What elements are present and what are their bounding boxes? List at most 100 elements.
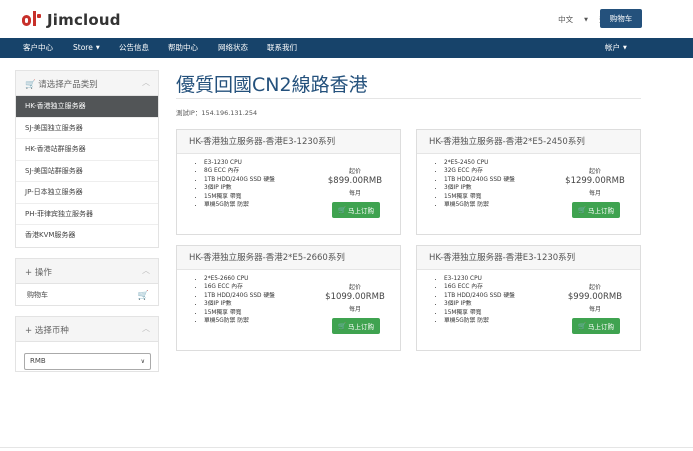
title-divider <box>176 98 641 99</box>
cart-icon: 🛒 <box>577 206 587 214</box>
billing-period: 每月 <box>348 306 361 313</box>
price-from-label: 起价 <box>588 168 601 175</box>
nav-store-label: Store <box>73 43 93 52</box>
brand-logo[interactable]: Jimcloud <box>22 10 121 30</box>
plus-icon: + <box>25 268 33 278</box>
product-price: $899.00RMB <box>327 176 383 186</box>
categories-panel-header[interactable]: 🛒 请选择产品类别 ︿ <box>16 71 158 96</box>
account-label: 帐户 <box>605 43 620 52</box>
order-now-button[interactable]: 🛒 马上订购 <box>572 318 620 334</box>
product-price-block: 起价 $999.00RMB 每月 <box>562 282 628 313</box>
chevron-down-icon: ∨ <box>140 358 145 365</box>
feature-item: 32G ECC 內存 <box>444 167 515 175</box>
chevron-up-icon[interactable]: ︿ <box>142 265 150 276</box>
feature-item: 16G ECC 內存 <box>444 283 515 291</box>
product-name: HK-香港独立服务器-香港2*E5-2660系列 <box>177 246 400 270</box>
feature-item: E3-1230 CPU <box>444 275 515 283</box>
sidebar-item-us-dedicated[interactable]: SJ-美国独立服务器 <box>16 118 158 139</box>
nav-item-network-status[interactable]: 网络状态 <box>218 38 248 58</box>
product-card: HK-香港独立服务器-香港2*E5-2660系列 2*E5-2660 CPU 1… <box>176 245 401 351</box>
cart-icon: 🛒 <box>137 291 149 301</box>
cart-icon: 🛒 <box>577 322 587 330</box>
product-features: E3-1230 CPU 8G ECC 內存 1TB HDD/240G SSD 硬… <box>197 159 275 209</box>
order-now-label: 马上订购 <box>348 207 375 215</box>
brand-name: Jimcloud <box>47 11 121 29</box>
currency-panel: + 选择币种 ︿ RMB ∨ <box>15 316 159 372</box>
feature-item: 8G ECC 內存 <box>204 167 275 175</box>
product-price: $1299.00RMB <box>565 176 625 186</box>
product-price-block: 起价 $899.00RMB 每月 <box>322 166 388 197</box>
main-nav: 客户中心 Store ▼ 公告信息 帮助中心 网络状态 联系我们 帐户 ▼ <box>0 38 693 58</box>
product-price: $999.00RMB <box>567 292 623 302</box>
actions-panel-header[interactable]: + 操作 ︿ <box>16 259 158 284</box>
feature-item: 單機5G防禦 防禦 <box>444 317 515 325</box>
actions-panel: + 操作 ︿ 购物车 🛒 <box>15 258 159 306</box>
feature-item: 3個IP IP數 <box>444 300 515 308</box>
cart-icon: 🛒 <box>25 80 36 90</box>
page-title: 優質回國CN2線路香港 <box>176 74 368 96</box>
test-ip: 測試IP：154.196.131.254 <box>176 109 258 117</box>
action-view-cart[interactable]: 购物车 🛒 <box>16 284 158 306</box>
currency-selected: RMB <box>30 357 46 365</box>
price-from-label: 起价 <box>588 284 601 291</box>
view-cart-label: 购物车 <box>27 291 48 299</box>
feature-item: 1TB HDD/240G SSD 硬盤 <box>444 176 515 184</box>
sidebar-item-jp-dedicated[interactable]: JP-日本独立服务器 <box>16 182 158 204</box>
nav-item-store[interactable]: Store ▼ <box>73 38 100 58</box>
language-label: 中文 <box>558 14 574 24</box>
product-features: E3-1230 CPU 16G ECC 內存 1TB HDD/240G SSD … <box>437 275 515 325</box>
feature-item: 16G ECC 內存 <box>204 283 275 291</box>
order-now-label: 马上订购 <box>588 207 615 215</box>
sidebar-item-hk-kvm[interactable]: 香港KVM服务器 <box>16 225 158 247</box>
sidebar-item-hk-multi-ip[interactable]: HK-香港站群服务器 <box>16 139 158 161</box>
nav-item-client-area[interactable]: 客户中心 <box>23 38 53 58</box>
currency-panel-header[interactable]: + 选择币种 ︿ <box>16 317 158 342</box>
feature-item: 15M獨享 帶寬 <box>204 309 275 317</box>
chevron-up-icon[interactable]: ︿ <box>142 77 150 88</box>
plus-icon: + <box>25 326 33 336</box>
billing-period: 每月 <box>588 306 601 313</box>
feature-item: 15M獨享 帶寬 <box>444 193 515 201</box>
feature-item: 3個IP IP數 <box>204 184 275 192</box>
feature-item: E3-1230 CPU <box>204 159 275 167</box>
product-price: $1099.00RMB <box>325 292 385 302</box>
currency-title: 选择币种 <box>34 326 69 336</box>
order-now-button[interactable]: 🛒 马上订购 <box>332 202 380 218</box>
nav-item-contact[interactable]: 联系我们 <box>267 38 297 58</box>
nav-item-knowledgebase[interactable]: 帮助中心 <box>168 38 198 58</box>
feature-item: 15M獨享 帶寬 <box>444 309 515 317</box>
categories-title: 请选择产品类别 <box>38 80 98 90</box>
sidebar-item-hk-dedicated[interactable]: HK-香港独立服务器 <box>16 96 158 118</box>
footer-divider <box>0 447 693 448</box>
nav-item-announcements[interactable]: 公告信息 <box>119 38 149 58</box>
cart-icon: 🛒 <box>337 206 347 214</box>
product-features: 2*E5-2450 CPU 32G ECC 內存 1TB HDD/240G SS… <box>437 159 515 209</box>
chevron-up-icon[interactable]: ︿ <box>142 323 150 334</box>
product-name: HK-香港独立服务器-香港2*E5-2450系列 <box>417 130 640 154</box>
feature-item: 1TB HDD/240G SSD 硬盤 <box>444 292 515 300</box>
sidebar-item-us-multi-ip[interactable]: SJ-美国站群服务器 <box>16 161 158 182</box>
currency-select[interactable]: RMB ∨ <box>24 353 151 370</box>
product-card: HK-香港独立服务器-香港E3-1230系列 E3-1230 CPU 16G E… <box>416 245 641 351</box>
actions-title: 操作 <box>34 268 52 278</box>
feature-item: 單機5G防禦 防禦 <box>204 201 275 209</box>
order-now-button[interactable]: 🛒 马上订购 <box>572 202 620 218</box>
feature-item: 2*E5-2660 CPU <box>204 275 275 283</box>
order-now-label: 马上订购 <box>348 323 375 331</box>
feature-item: 單機5G防禦 防禦 <box>204 317 275 325</box>
billing-period: 每月 <box>588 190 601 197</box>
cart-icon: 🛒 <box>337 322 347 330</box>
feature-item: 3個IP IP數 <box>204 300 275 308</box>
cart-button[interactable]: 购物车 <box>600 9 642 28</box>
feature-item: 1TB HDD/240G SSD 硬盤 <box>204 176 275 184</box>
product-price-block: 起价 $1099.00RMB 每月 <box>322 282 388 313</box>
feature-item: 3個IP IP數 <box>444 184 515 192</box>
product-features: 2*E5-2660 CPU 16G ECC 內存 1TB HDD/240G SS… <box>197 275 275 325</box>
language-dropdown[interactable]: 中文 ▼ <box>547 14 588 25</box>
price-from-label: 起价 <box>348 284 361 291</box>
sidebar-item-ph-dedicated[interactable]: PH-菲律宾独立服务器 <box>16 204 158 225</box>
caret-down-icon: ▼ <box>95 45 100 51</box>
order-now-button[interactable]: 🛒 马上订购 <box>332 318 380 334</box>
nav-item-account[interactable]: 帐户 ▼ <box>605 38 627 58</box>
feature-item: 單機5G防禦 防禦 <box>444 201 515 209</box>
